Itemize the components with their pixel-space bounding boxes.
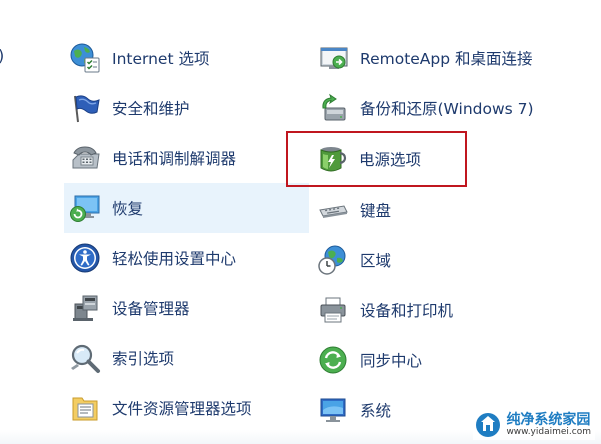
item-label: 安全和维护	[112, 100, 190, 118]
power-options-icon	[315, 142, 349, 176]
watermark-url: www.yidaimei.com	[506, 426, 591, 437]
system-icon	[316, 393, 350, 427]
security-flag-icon	[68, 91, 102, 125]
printer-icon	[316, 293, 350, 327]
phone-modem-icon	[68, 141, 102, 175]
recovery-icon	[68, 191, 102, 225]
item-keyboard[interactable]: 键盘	[312, 185, 562, 235]
item-device-manager[interactable]: 设备管理器	[64, 283, 309, 333]
item-label: RemoteApp 和桌面连接	[360, 50, 533, 68]
item-phone-modem[interactable]: 电话和调制解调器	[64, 133, 309, 183]
item-devices-printers[interactable]: 设备和打印机	[312, 285, 562, 335]
ease-of-access-icon	[68, 241, 102, 275]
indexing-icon	[68, 341, 102, 375]
sync-center-icon	[316, 343, 350, 377]
item-label: 备份和还原(Windows 7)	[360, 100, 534, 118]
site-watermark: 纯净系统家园 www.yidaimei.com	[473, 410, 595, 440]
item-label: 设备管理器	[112, 300, 190, 318]
clipped-item-fragment: )	[0, 46, 4, 65]
item-label: 键盘	[360, 202, 392, 220]
item-label: 轻松使用设置中心	[112, 250, 237, 268]
item-label: 同步中心	[360, 352, 423, 370]
item-backup-restore[interactable]: 备份和还原(Windows 7)	[312, 83, 562, 133]
item-ease-of-access[interactable]: 轻松使用设置中心	[64, 233, 309, 283]
right-item-column: RemoteApp 和桌面连接 备份和还原(Windows 7) 电源选项 键盘…	[286, 33, 562, 435]
left-item-column: Internet 选项 安全和维护 电话和调制解调器 恢复 轻松使用设置中心 设…	[64, 33, 309, 433]
item-power-options[interactable]: 电源选项	[286, 131, 467, 187]
item-label: 设备和打印机	[360, 302, 454, 320]
region-icon	[316, 243, 350, 277]
item-region[interactable]: 区域	[312, 235, 562, 285]
remoteapp-icon	[316, 41, 350, 75]
item-label: 索引选项	[112, 350, 175, 368]
internet-options-icon	[68, 41, 102, 75]
device-manager-icon	[68, 291, 102, 325]
item-label: 恢复	[112, 200, 144, 218]
item-label: Internet 选项	[112, 50, 210, 68]
item-label: 系统	[360, 402, 392, 420]
item-internet-options[interactable]: Internet 选项	[64, 33, 309, 83]
item-indexing-options[interactable]: 索引选项	[64, 333, 309, 383]
backup-restore-icon	[316, 91, 350, 125]
item-label: 电源选项	[359, 151, 422, 169]
keyboard-icon	[316, 193, 350, 227]
item-label: 文件资源管理器选项	[112, 400, 252, 418]
item-recovery[interactable]: 恢复	[64, 183, 309, 233]
item-remoteapp[interactable]: RemoteApp 和桌面连接	[312, 33, 562, 83]
item-security-maintenance[interactable]: 安全和维护	[64, 83, 309, 133]
watermark-logo-icon	[476, 413, 501, 437]
item-sync-center[interactable]: 同步中心	[312, 335, 562, 385]
item-file-explorer-options[interactable]: 文件资源管理器选项	[64, 383, 309, 433]
item-label: 电话和调制解调器	[112, 150, 237, 168]
item-label: 区域	[360, 252, 392, 270]
folder-options-icon	[68, 391, 102, 425]
watermark-title: 纯净系统家园	[506, 411, 591, 428]
control-panel-all-items: ) Internet 选项	[0, 0, 601, 444]
